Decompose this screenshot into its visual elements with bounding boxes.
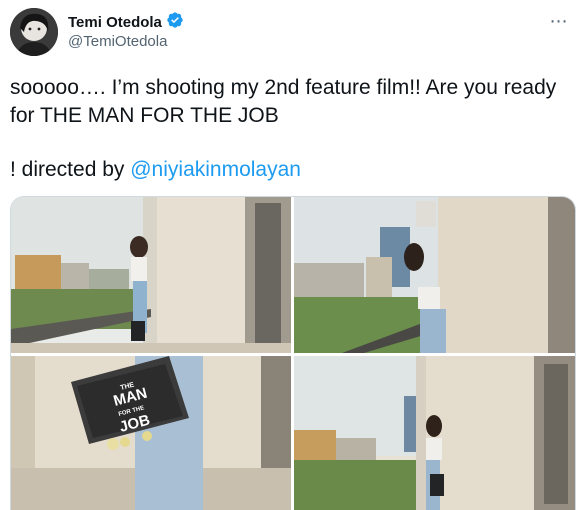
more-options-icon[interactable]: ⋯ <box>548 10 570 32</box>
author-handle[interactable]: @TemiOtedola <box>68 33 167 50</box>
photo-3[interactable]: THE MAN FOR THE JOB <box>11 356 291 510</box>
media-grid: THE MAN FOR THE JOB <box>10 196 576 510</box>
author-avatar[interactable] <box>10 8 58 56</box>
tweet-text: sooooo…. I’m shooting my 2nd feature fil… <box>10 74 566 184</box>
director-mention-link[interactable]: @niyiakinmolayan <box>130 158 301 181</box>
author-name-text: Temi Otedola <box>68 13 162 31</box>
author-name[interactable]: Temi Otedola <box>68 11 184 33</box>
photo-1[interactable] <box>11 197 291 353</box>
tweet-text-line1: sooooo…. I’m shooting my 2nd feature fil… <box>10 76 557 127</box>
verified-badge-icon <box>166 11 184 33</box>
tweet: Temi Otedola @TemiOtedola ⋯ sooooo…. I’m… <box>0 0 576 510</box>
tweet-text-prefix: ! directed by <box>10 158 131 181</box>
photo-2[interactable] <box>294 197 575 353</box>
photo-4[interactable] <box>294 356 575 510</box>
tweet-text-line2: ! directed by @niyiakinmolayan <box>10 156 566 184</box>
